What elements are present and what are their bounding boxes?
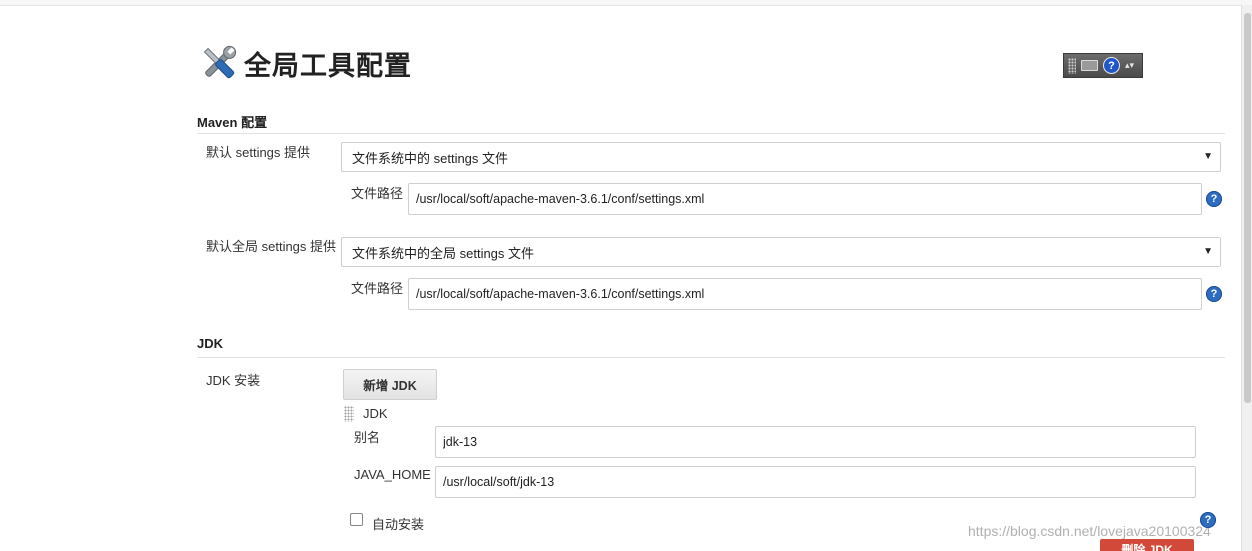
jdk-install-label: JDK 安装 (206, 373, 261, 388)
jdk-item-title: JDK (363, 406, 388, 421)
tools-icon (203, 45, 237, 79)
settings-provider-select[interactable]: 文件系统中的 settings 文件 ▼ (341, 142, 1221, 172)
scrollbar[interactable] (1241, 5, 1252, 551)
global-settings-provider-value: 文件系统中的全局 settings 文件 (352, 245, 535, 261)
global-settings-path-input[interactable] (408, 278, 1202, 310)
settings-path-label: 文件路径 (351, 186, 404, 201)
settings-provider-value: 文件系统中的 settings 文件 (352, 150, 509, 166)
grip-icon[interactable] (1068, 57, 1076, 74)
help-icon[interactable]: ? (1200, 512, 1216, 528)
more-icon[interactable]: ▴▾ (1125, 61, 1134, 70)
input-toolbar[interactable]: ? ▴▾ (1063, 53, 1143, 78)
chevron-down-icon: ▼ (1203, 151, 1213, 162)
watermark: https://blog.csdn.net/lovejava20100324 (968, 523, 1211, 539)
auto-install-label: 自动安装 (372, 517, 425, 532)
auto-install-checkbox[interactable] (350, 513, 363, 526)
keyboard-icon[interactable] (1081, 60, 1098, 71)
global-settings-provider-select[interactable]: 文件系统中的全局 settings 文件 ▼ (341, 237, 1221, 267)
delete-jdk-button[interactable]: 删除 JDK (1100, 539, 1194, 551)
page-title: 全局工具配置 (244, 51, 412, 82)
global-settings-provider-label: 默认全局 settings 提供 (206, 239, 337, 254)
jdk-section-divider (197, 357, 1225, 358)
add-jdk-button[interactable]: 新增 JDK (343, 369, 437, 400)
drag-handle-icon[interactable] (344, 406, 354, 422)
maven-section-title: Maven 配置 (197, 115, 268, 130)
maven-section-divider (197, 133, 1225, 134)
java-home-input[interactable] (435, 466, 1196, 498)
settings-provider-label: 默认 settings 提供 (206, 145, 311, 160)
help-icon[interactable]: ? (1206, 191, 1222, 207)
jdk-alias-input[interactable] (435, 426, 1196, 458)
jdk-alias-label: 别名 (354, 430, 381, 445)
chevron-down-icon: ▼ (1203, 246, 1213, 257)
scrollbar-thumb[interactable] (1244, 13, 1251, 403)
global-settings-path-label: 文件路径 (351, 281, 404, 296)
settings-path-input[interactable] (408, 183, 1202, 215)
page: 全局工具配置 ? ▴▾ Maven 配置 默认 settings 提供 文件系统… (0, 0, 1252, 551)
help-icon[interactable]: ? (1103, 57, 1120, 74)
help-icon[interactable]: ? (1206, 286, 1222, 302)
jdk-section-title: JDK (197, 336, 224, 351)
java-home-label: JAVA_HOME (354, 467, 431, 482)
top-bar (0, 0, 1252, 6)
